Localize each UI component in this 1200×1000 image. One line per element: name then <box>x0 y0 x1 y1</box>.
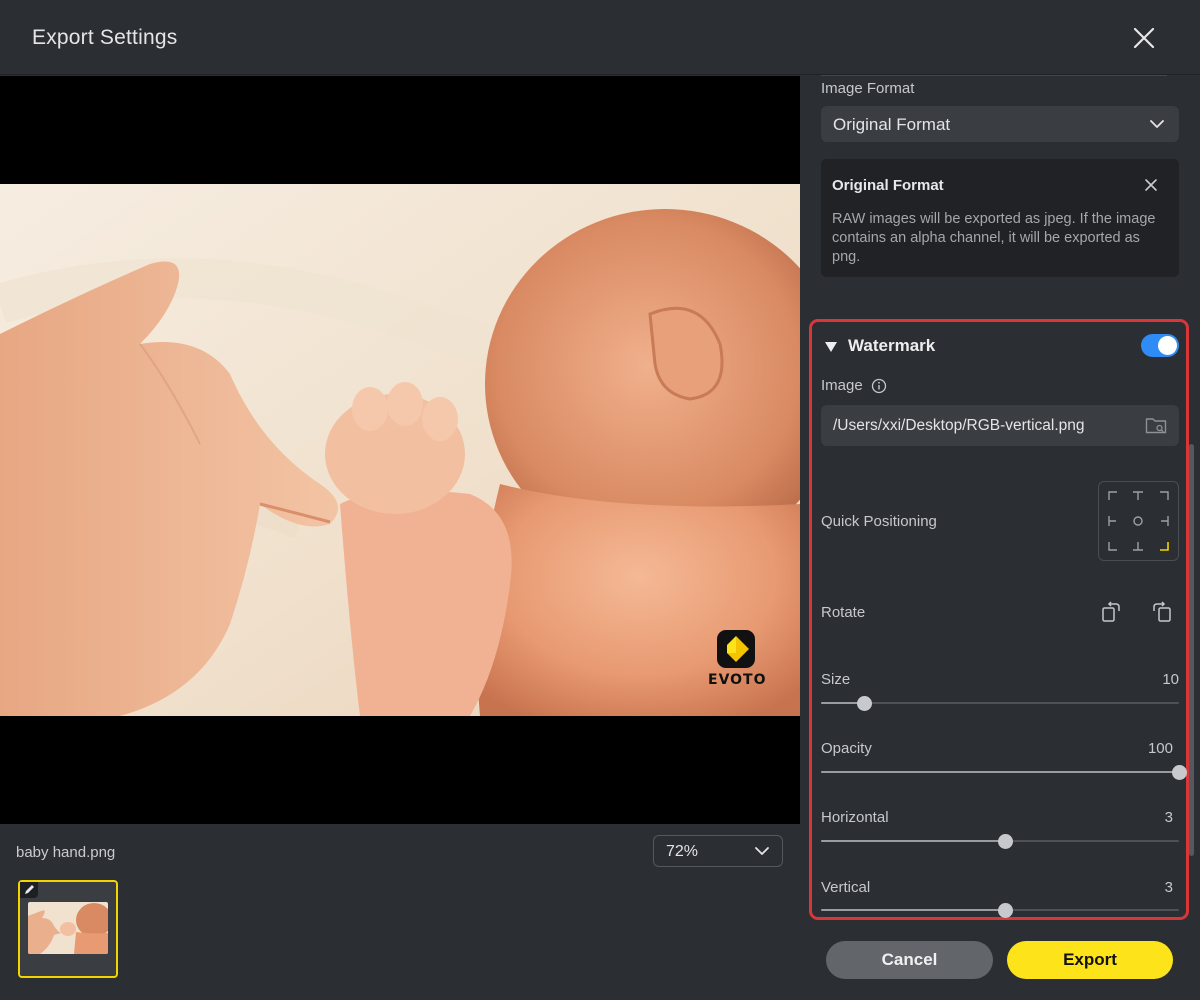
watermark-image-label: Image <box>821 377 863 394</box>
rotate-left-icon[interactable] <box>1100 600 1122 624</box>
file-name: baby hand.png <box>16 844 116 861</box>
image-preview: EVOTO <box>0 76 800 824</box>
folder-search-icon[interactable] <box>1145 416 1167 435</box>
vertical-value: 3 <box>1164 879 1173 896</box>
preview-photo <box>0 184 800 716</box>
vertical-slider[interactable] <box>821 902 1179 918</box>
slider-fill <box>821 840 1006 842</box>
rotate-label: Rotate <box>821 604 866 621</box>
divider <box>821 75 1167 76</box>
close-icon[interactable] <box>1128 22 1160 54</box>
size-slider[interactable] <box>821 695 1179 711</box>
chevron-down-icon <box>755 847 769 855</box>
info-body: RAW images will be exported as jpeg. If … <box>832 211 1156 265</box>
rotate-right-icon[interactable] <box>1151 600 1173 624</box>
position-middle-left[interactable] <box>1103 511 1123 531</box>
info-icon[interactable] <box>871 378 887 394</box>
slider-knob[interactable] <box>998 903 1014 918</box>
format-info-box: Original Format RAW images will be expor… <box>821 159 1179 277</box>
horizontal-slider[interactable] <box>821 833 1179 849</box>
position-top-center[interactable] <box>1128 486 1148 506</box>
close-icon[interactable] <box>1143 177 1159 193</box>
position-bottom-center[interactable] <box>1128 536 1148 556</box>
quick-positioning-grid <box>1098 481 1179 561</box>
scrollbar[interactable] <box>1189 444 1194 856</box>
export-settings-dialog: Export Settings EVOTO baby hand.png 72% … <box>0 0 1200 1000</box>
opacity-slider[interactable] <box>821 764 1187 780</box>
info-title: Original Format <box>832 177 944 194</box>
edit-pencil-icon <box>20 882 38 898</box>
slider-track <box>821 702 1179 704</box>
dialog-title: Export Settings <box>32 26 178 49</box>
quick-positioning-label: Quick Positioning <box>821 513 937 530</box>
position-top-right[interactable] <box>1154 486 1174 506</box>
horizontal-value: 3 <box>1164 809 1173 826</box>
dialog-header: Export Settings <box>0 0 1200 75</box>
opacity-label: Opacity <box>821 740 872 757</box>
horizontal-label: Horizontal <box>821 809 889 826</box>
position-center[interactable] <box>1128 511 1148 531</box>
opacity-value: 100 <box>1147 740 1173 757</box>
image-format-label: Image Format <box>821 80 915 97</box>
slider-fill <box>821 909 1006 911</box>
toggle-knob <box>1158 336 1177 355</box>
export-button[interactable]: Export <box>1007 941 1173 979</box>
zoom-select[interactable]: 72% <box>653 835 783 867</box>
slider-knob[interactable] <box>1172 765 1187 780</box>
position-middle-right[interactable] <box>1154 511 1174 531</box>
vertical-label: Vertical <box>821 879 871 896</box>
position-bottom-right[interactable] <box>1154 536 1174 556</box>
thumbnail-selected[interactable] <box>18 880 118 978</box>
filmstrip-bar: baby hand.png 72% <box>0 824 800 1000</box>
size-label: Size <box>821 671 851 688</box>
thumbnail-image <box>28 902 108 954</box>
image-format-select[interactable]: Original Format <box>821 106 1179 142</box>
zoom-value: 72% <box>666 843 699 860</box>
watermark-path-field[interactable]: /Users/xxi/Desktop/RGB-vertical.png <box>821 405 1179 446</box>
watermark-toggle[interactable] <box>1141 334 1179 357</box>
collapse-triangle-icon[interactable] <box>824 341 838 353</box>
cancel-button[interactable]: Cancel <box>826 941 993 979</box>
watermark-logo-mark <box>717 630 755 668</box>
image-format-value: Original Format <box>833 115 951 134</box>
watermark-logo: EVOTO <box>708 630 768 690</box>
watermark-title: Watermark <box>848 336 936 355</box>
settings-panel: Image Format Original Format Original Fo… <box>800 75 1200 1000</box>
slider-knob[interactable] <box>856 696 872 711</box>
watermark-logo-text: EVOTO <box>708 672 767 688</box>
slider-knob[interactable] <box>998 834 1014 849</box>
size-value: 10 <box>1162 671 1179 688</box>
slider-fill <box>821 771 1179 773</box>
watermark-path-value: /Users/xxi/Desktop/RGB-vertical.png <box>833 417 1085 434</box>
chevron-down-icon <box>1150 120 1164 128</box>
position-bottom-left[interactable] <box>1103 536 1123 556</box>
position-top-left[interactable] <box>1103 486 1123 506</box>
